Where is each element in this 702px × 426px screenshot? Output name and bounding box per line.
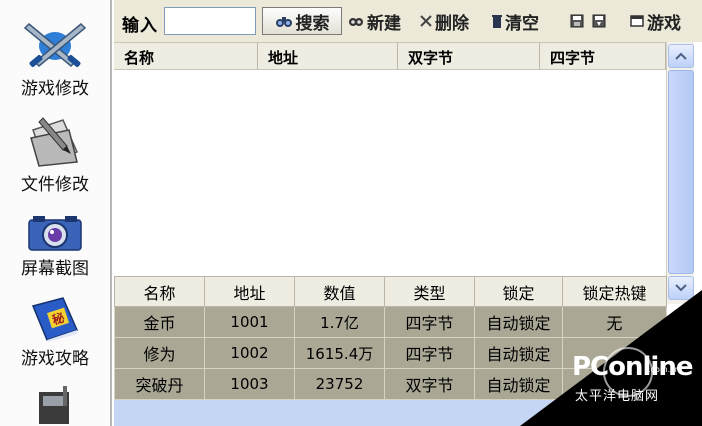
left-sidebar: 游戏修改 文件修改 屏幕截图 秘 游戏攻略 <box>0 0 112 426</box>
cell-name: 修为 <box>114 337 205 369</box>
cell-address: 1002 <box>204 337 295 369</box>
trash-icon <box>492 14 502 28</box>
result-list-header: 名称 地址 双字节 四字节 <box>114 42 666 70</box>
cell-value: 1615.4万 <box>294 337 385 369</box>
sidebar-item-label: 屏幕截图 <box>21 259 89 279</box>
cell-lock: 自动锁定 <box>474 306 563 338</box>
folder-pencil-icon <box>30 117 79 167</box>
table-row[interactable]: 修为 1002 1615.4万 四字节 自动锁定 <box>114 337 667 369</box>
sidebar-item-screenshot[interactable]: 屏幕截图 <box>0 212 110 279</box>
cell-name: 金币 <box>114 306 205 338</box>
column-header-type[interactable]: 类型 <box>384 276 475 307</box>
clear-button-label: 清空 <box>505 13 539 34</box>
cell-value: 1.7亿 <box>294 306 385 338</box>
cell-type: 双字节 <box>384 368 475 400</box>
game-button[interactable]: 游戏 <box>630 7 681 35</box>
new-record-icon <box>348 14 364 28</box>
column-header-name[interactable]: 名称 <box>114 276 205 307</box>
vertical-scrollbar[interactable] <box>666 42 694 304</box>
cell-lock: 自动锁定 <box>474 337 563 369</box>
table-empty-area <box>114 400 702 426</box>
binoculars-icon <box>275 14 293 28</box>
new-button[interactable]: 新建 <box>348 7 401 35</box>
column-header-lock[interactable]: 锁定 <box>474 276 563 307</box>
cell-address: 1003 <box>204 368 295 400</box>
search-input[interactable] <box>164 7 256 35</box>
cell-type: 四字节 <box>384 337 475 369</box>
load-disk-icon <box>592 14 606 28</box>
result-list[interactable] <box>114 70 666 276</box>
load-button[interactable] <box>592 7 609 35</box>
tools-icon <box>39 386 69 424</box>
game-button-label: 游戏 <box>647 13 681 34</box>
crossed-swords-icon <box>23 22 87 68</box>
sidebar-item-label: 游戏修改 <box>21 79 89 99</box>
column-header-four-byte[interactable]: 四字节 <box>540 43 666 69</box>
cell-type: 四字节 <box>384 306 475 338</box>
input-label: 输入 <box>122 16 158 36</box>
scroll-up-button[interactable] <box>668 44 694 68</box>
cell-name: 突破丹 <box>114 368 205 400</box>
cell-lock-hotkey: 无 <box>562 306 667 338</box>
column-header-value[interactable]: 数值 <box>294 276 385 307</box>
column-header-address[interactable]: 地址 <box>204 276 295 307</box>
column-header-two-byte[interactable]: 双字节 <box>398 43 540 69</box>
cell-address: 1001 <box>204 306 295 338</box>
secret-book-icon: 秘 <box>31 297 79 342</box>
locked-value-table: 名称 地址 数值 类型 锁定 锁定热键 金币 1001 1.7亿 四字节 自动锁… <box>114 276 667 400</box>
scroll-down-button[interactable] <box>668 276 694 300</box>
cell-lock-hotkey <box>562 368 667 400</box>
cell-lock-hotkey <box>562 337 667 369</box>
table-row[interactable]: 突破丹 1003 23752 双字节 自动锁定 <box>114 368 667 400</box>
cell-lock: 自动锁定 <box>474 368 563 400</box>
window-icon <box>630 15 644 27</box>
sidebar-item-label: 文件修改 <box>21 175 89 195</box>
column-header-lock-hotkey[interactable]: 锁定热键 <box>562 276 667 307</box>
sidebar-item-game-guide[interactable]: 秘 游戏攻略 <box>0 296 110 369</box>
sidebar-item-file-modify[interactable]: 文件修改 <box>0 112 110 195</box>
column-header-address[interactable]: 地址 <box>258 43 398 69</box>
clear-button[interactable]: 清空 <box>492 7 539 35</box>
scroll-thumb[interactable] <box>668 70 694 274</box>
camera-icon <box>28 216 82 251</box>
delete-button-label: 删除 <box>435 13 469 34</box>
sidebar-item-tools[interactable] <box>0 384 110 424</box>
table-row[interactable]: 金币 1001 1.7亿 四字节 自动锁定 无 <box>114 306 667 338</box>
save-disk-icon <box>570 14 584 28</box>
delete-x-icon <box>420 15 432 27</box>
cell-value: 23752 <box>294 368 385 400</box>
sidebar-item-game-modify[interactable]: 游戏修改 <box>0 18 110 99</box>
search-button-label: 搜索 <box>295 13 330 34</box>
chevron-up-icon <box>675 52 687 60</box>
column-header-name[interactable]: 名称 <box>114 43 258 69</box>
sidebar-item-label: 游戏攻略 <box>21 349 89 369</box>
search-button[interactable]: 搜索 <box>262 7 342 35</box>
save-button[interactable] <box>570 7 587 35</box>
table-header-row: 名称 地址 数值 类型 锁定 锁定热键 <box>114 276 667 307</box>
toolbar: 输入 搜索 新建 删除 清空 游戏 <box>114 0 702 42</box>
new-button-label: 新建 <box>367 13 401 34</box>
delete-button[interactable]: 删除 <box>420 7 469 35</box>
chevron-down-icon <box>675 284 687 292</box>
